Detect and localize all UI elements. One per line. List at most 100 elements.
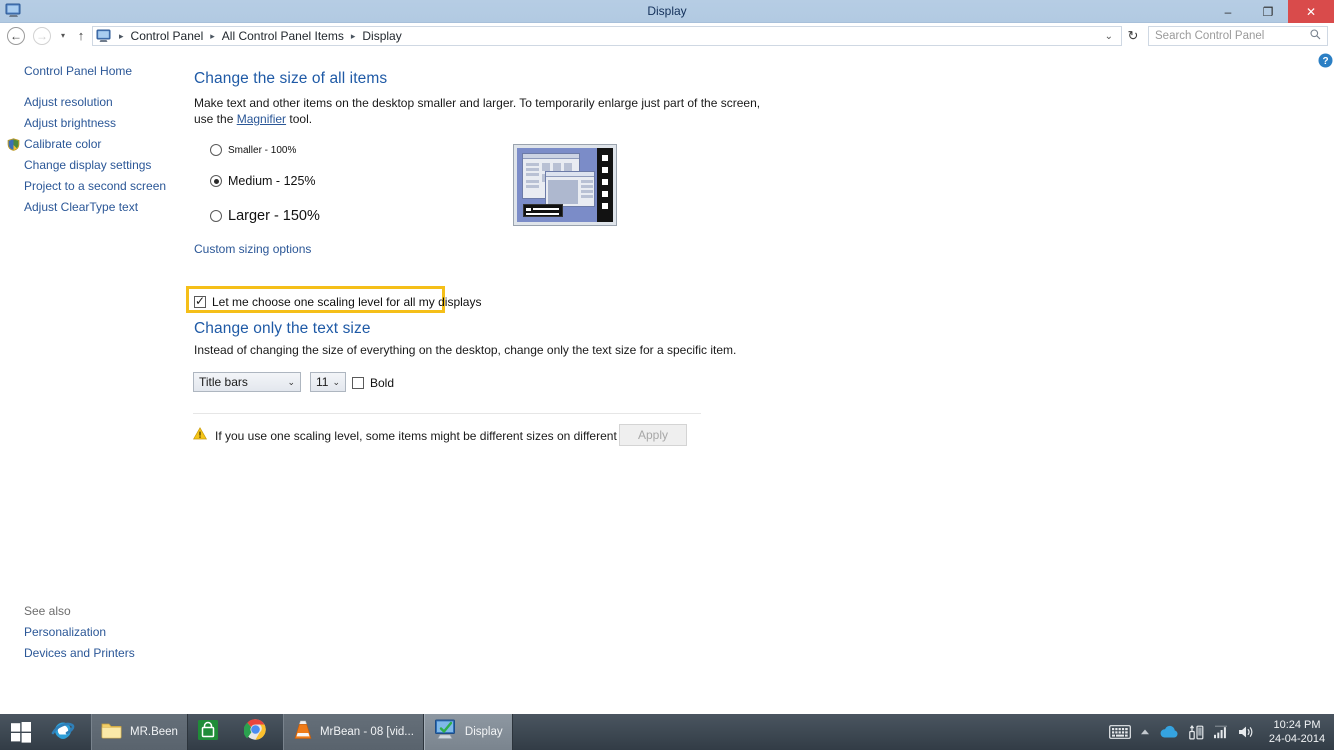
chevron-down-icon[interactable]: ⌄ bbox=[1105, 31, 1113, 42]
sidebar-item-control-panel-home[interactable]: Control Panel Home bbox=[0, 61, 190, 82]
svg-text:?: ? bbox=[1322, 56, 1328, 67]
start-button[interactable] bbox=[0, 714, 42, 750]
section-divider bbox=[193, 413, 701, 414]
breadcrumb-separator: ▸ bbox=[210, 30, 215, 41]
preview-window-front bbox=[545, 171, 595, 207]
address-display-icon bbox=[96, 29, 112, 44]
checkbox-label: Bold bbox=[370, 376, 395, 390]
taskbar-item-internet-explorer[interactable] bbox=[42, 714, 91, 750]
apply-button[interactable]: Apply bbox=[619, 424, 687, 446]
see-also-title: See also bbox=[24, 604, 71, 618]
breadcrumb-separator: ▸ bbox=[350, 30, 356, 41]
navigation-bar: ← → ▾ ↑ ▸ Control Panel ▸ All Control Pa… bbox=[0, 23, 1334, 48]
sidebar-item-project-to-second-screen[interactable]: Project to a second screen bbox=[0, 176, 190, 197]
main-content: ? Change the size of all items Make text… bbox=[186, 50, 1334, 714]
sidebar-item-adjust-resolution[interactable]: Adjust resolution bbox=[0, 92, 190, 113]
see-also-section: See also Personalization Devices and Pri… bbox=[0, 601, 190, 664]
sidebar-item-label: Calibrate color bbox=[24, 137, 102, 151]
radio-smaller-100[interactable]: Smaller - 100% bbox=[210, 144, 296, 156]
network-usb-icon[interactable] bbox=[1188, 724, 1204, 740]
radio-label: Medium - 125% bbox=[228, 174, 316, 188]
folder-icon bbox=[101, 720, 123, 745]
sidebar-item-calibrate-color[interactable]: Calibrate color bbox=[0, 134, 190, 155]
window-controls: – ❐ ✕ bbox=[1208, 0, 1334, 23]
breadcrumb-separator: ▸ bbox=[119, 30, 124, 41]
taskbar-item-display-control-panel[interactable]: Display bbox=[423, 714, 513, 750]
window-title: Display bbox=[647, 4, 687, 18]
sidebar-item-label: Adjust ClearType text bbox=[24, 200, 139, 214]
sidebar-item-adjust-cleartype-text[interactable]: Adjust ClearType text bbox=[0, 197, 190, 218]
chevron-down-icon: ⌄ bbox=[287, 376, 295, 387]
warning-text: If you use one scaling level, some items… bbox=[215, 429, 667, 443]
forward-button[interactable]: → bbox=[33, 27, 51, 45]
taskbar-item-windows-store[interactable] bbox=[188, 714, 235, 750]
taskbar-item-label: MrBean - 08 [vid... bbox=[319, 726, 414, 738]
description-change-size: Make text and other items on the desktop… bbox=[194, 95, 814, 127]
help-question-icon[interactable]: ? bbox=[1318, 53, 1333, 68]
clock-date: 24-04-2014 bbox=[1268, 733, 1326, 745]
sidebar-item-devices-and-printers[interactable]: Devices and Printers bbox=[0, 643, 190, 664]
search-input[interactable]: Search Control Panel bbox=[1148, 26, 1328, 46]
custom-sizing-options-link[interactable]: Custom sizing options bbox=[194, 242, 311, 256]
maximize-button[interactable]: ❐ bbox=[1248, 0, 1288, 23]
checkbox-one-scaling-level[interactable]: Let me choose one scaling level for all … bbox=[194, 294, 482, 309]
page-title-change-size: Change the size of all items bbox=[194, 70, 388, 87]
magnifier-link[interactable]: Magnifier bbox=[237, 112, 286, 126]
breadcrumb-control-panel[interactable]: Control Panel bbox=[129, 29, 206, 43]
up-one-level-button[interactable]: ↑ bbox=[74, 28, 88, 43]
recent-locations-icon[interactable]: ▾ bbox=[57, 31, 69, 40]
minimize-button[interactable]: – bbox=[1208, 0, 1248, 23]
breadcrumb-all-control-panel-items[interactable]: All Control Panel Items bbox=[220, 29, 346, 43]
address-bar[interactable]: ▸ Control Panel ▸ All Control Panel Item… bbox=[92, 26, 1122, 46]
search-icon bbox=[1310, 29, 1321, 43]
description-line2-post: tool. bbox=[286, 112, 313, 126]
radio-button-icon bbox=[210, 144, 222, 156]
checkbox-bold[interactable]: Bold bbox=[352, 376, 394, 390]
description-change-text-size: Instead of changing the size of everythi… bbox=[194, 343, 737, 357]
description-line2-pre: use the bbox=[194, 112, 237, 126]
onedrive-cloud-icon[interactable] bbox=[1159, 725, 1179, 739]
checkbox-icon-checked bbox=[194, 294, 206, 308]
clock[interactable]: 10:24 PM 24-04-2014 bbox=[1264, 718, 1326, 746]
radio-label: Larger - 150% bbox=[228, 208, 320, 224]
sidebar-item-personalization[interactable]: Personalization bbox=[0, 622, 190, 643]
description-line1: Make text and other items on the desktop… bbox=[194, 96, 761, 110]
taskbar-item-label: Display bbox=[464, 726, 503, 738]
ie-icon bbox=[51, 718, 75, 747]
clock-time: 10:24 PM bbox=[1273, 719, 1321, 731]
back-button[interactable]: ← bbox=[7, 27, 25, 45]
speaker-icon[interactable] bbox=[1238, 725, 1255, 739]
sidebar-item-change-display-settings[interactable]: Change display settings bbox=[0, 155, 190, 176]
text-item-select-value: Title bars bbox=[199, 375, 248, 389]
sidebar-item-label: Adjust brightness bbox=[24, 116, 117, 130]
warning-triangle-icon bbox=[192, 427, 208, 445]
search-placeholder: Search Control Panel bbox=[1155, 30, 1265, 42]
uac-shield-icon bbox=[7, 138, 20, 151]
keyboard-icon[interactable] bbox=[1109, 725, 1131, 739]
store-icon bbox=[197, 719, 219, 746]
radio-larger-150[interactable]: Larger - 150% bbox=[210, 208, 320, 224]
display-scaling-preview bbox=[513, 144, 617, 226]
sidebar-item-label: Adjust resolution bbox=[24, 95, 113, 109]
chevron-down-icon: ⌄ bbox=[332, 376, 340, 387]
radio-medium-125[interactable]: Medium - 125% bbox=[210, 174, 316, 188]
breadcrumb-display[interactable]: Display bbox=[360, 29, 403, 43]
checkbox-icon bbox=[352, 377, 364, 389]
taskbar-item-vlc-media-player[interactable]: MrBean - 08 [vid... bbox=[282, 714, 424, 750]
text-item-select[interactable]: Title bars ⌄ bbox=[193, 372, 301, 392]
taskbar-item-file-explorer[interactable]: MR.Been bbox=[91, 714, 188, 750]
taskbar-item-google-chrome[interactable] bbox=[235, 714, 283, 750]
radio-button-icon-selected bbox=[210, 175, 222, 187]
show-hidden-icons-icon[interactable] bbox=[1140, 728, 1150, 736]
refresh-button[interactable]: ↻ bbox=[1124, 27, 1142, 45]
sidebar-item-adjust-brightness[interactable]: Adjust brightness bbox=[0, 113, 190, 134]
text-size-select-value: 11 bbox=[316, 375, 329, 389]
checkbox-label: Let me choose one scaling level for all … bbox=[212, 295, 482, 309]
vlc-cone-icon bbox=[293, 719, 313, 746]
page-title-change-text-size: Change only the text size bbox=[194, 320, 371, 337]
text-size-select[interactable]: 11 ⌄ bbox=[310, 372, 346, 392]
preview-command-box bbox=[523, 204, 563, 217]
close-button[interactable]: ✕ bbox=[1288, 0, 1334, 23]
taskbar: MR.Been MrBean - 08 [vid... Display 10:2… bbox=[0, 714, 1334, 750]
wifi-signal-icon[interactable] bbox=[1213, 725, 1229, 739]
